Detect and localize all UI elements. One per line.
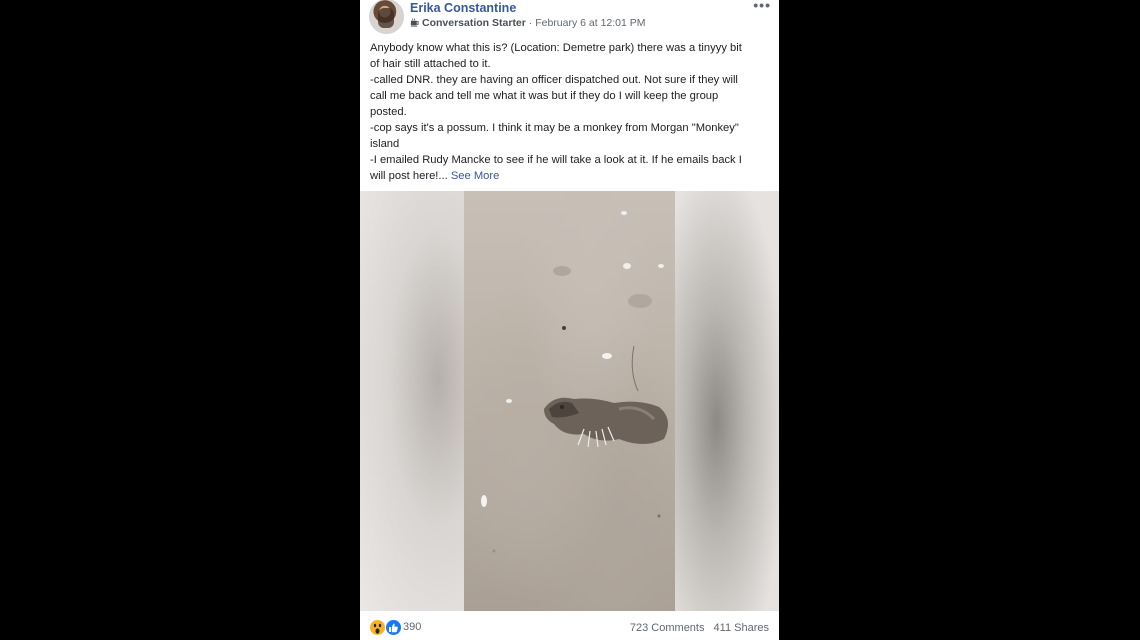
video-frame-sand	[464, 191, 675, 611]
see-more-link[interactable]: See More	[451, 170, 500, 182]
post-text-line: will post here!...	[370, 170, 448, 182]
video-blur-right	[675, 191, 779, 611]
reaction-count[interactable]: 390	[403, 621, 421, 633]
post-text-line: Anybody know what this is? (Location: De…	[370, 42, 742, 54]
post-text-line: island	[370, 138, 400, 150]
comments-count-link[interactable]: 723 Comments	[630, 622, 705, 634]
wow-reaction-icon[interactable]	[369, 619, 386, 636]
shares-count-link[interactable]: 411 Shares	[714, 622, 769, 634]
reactions-bar: 390 723 Comments 411 Shares	[360, 611, 779, 640]
post-header: Erika Constantine Conversation Starter ·…	[360, 0, 779, 40]
post-text-last-line: will post here!... See More	[370, 168, 770, 184]
post-text-line: posted.	[370, 106, 407, 118]
facebook-post-card: Erika Constantine Conversation Starter ·…	[360, 0, 779, 640]
engagement-stats: 723 Comments 411 Shares	[630, 622, 769, 634]
coffee-cup-icon	[410, 18, 419, 27]
conversation-starter-badge: Conversation Starter	[422, 17, 526, 29]
reaction-icons[interactable]	[369, 619, 403, 636]
author-name[interactable]: Erika Constantine	[410, 1, 516, 15]
post-text-line: of hair still attached to it.	[370, 58, 491, 70]
dead-animal-carcass	[544, 397, 668, 448]
post-text-line: call me back and tell me what it was but…	[370, 90, 719, 102]
post-text-line: -cop says it's a possum. I think it may …	[370, 122, 739, 134]
post-text-line: -called DNR. they are having an officer …	[370, 74, 738, 86]
post-timestamp[interactable]: · February 6 at 12:01 PM	[529, 17, 646, 29]
post-video[interactable]	[360, 191, 779, 611]
like-reaction-icon[interactable]	[385, 619, 402, 636]
author-avatar[interactable]	[369, 0, 404, 34]
more-options-button[interactable]: •••	[753, 0, 771, 13]
post-meta: Conversation Starter · February 6 at 12:…	[410, 17, 646, 29]
video-blur-left	[360, 191, 464, 611]
post-body-text: Anybody know what this is? (Location: De…	[370, 40, 770, 184]
post-text-line: -I emailed Rudy Mancke to see if he will…	[370, 154, 742, 166]
